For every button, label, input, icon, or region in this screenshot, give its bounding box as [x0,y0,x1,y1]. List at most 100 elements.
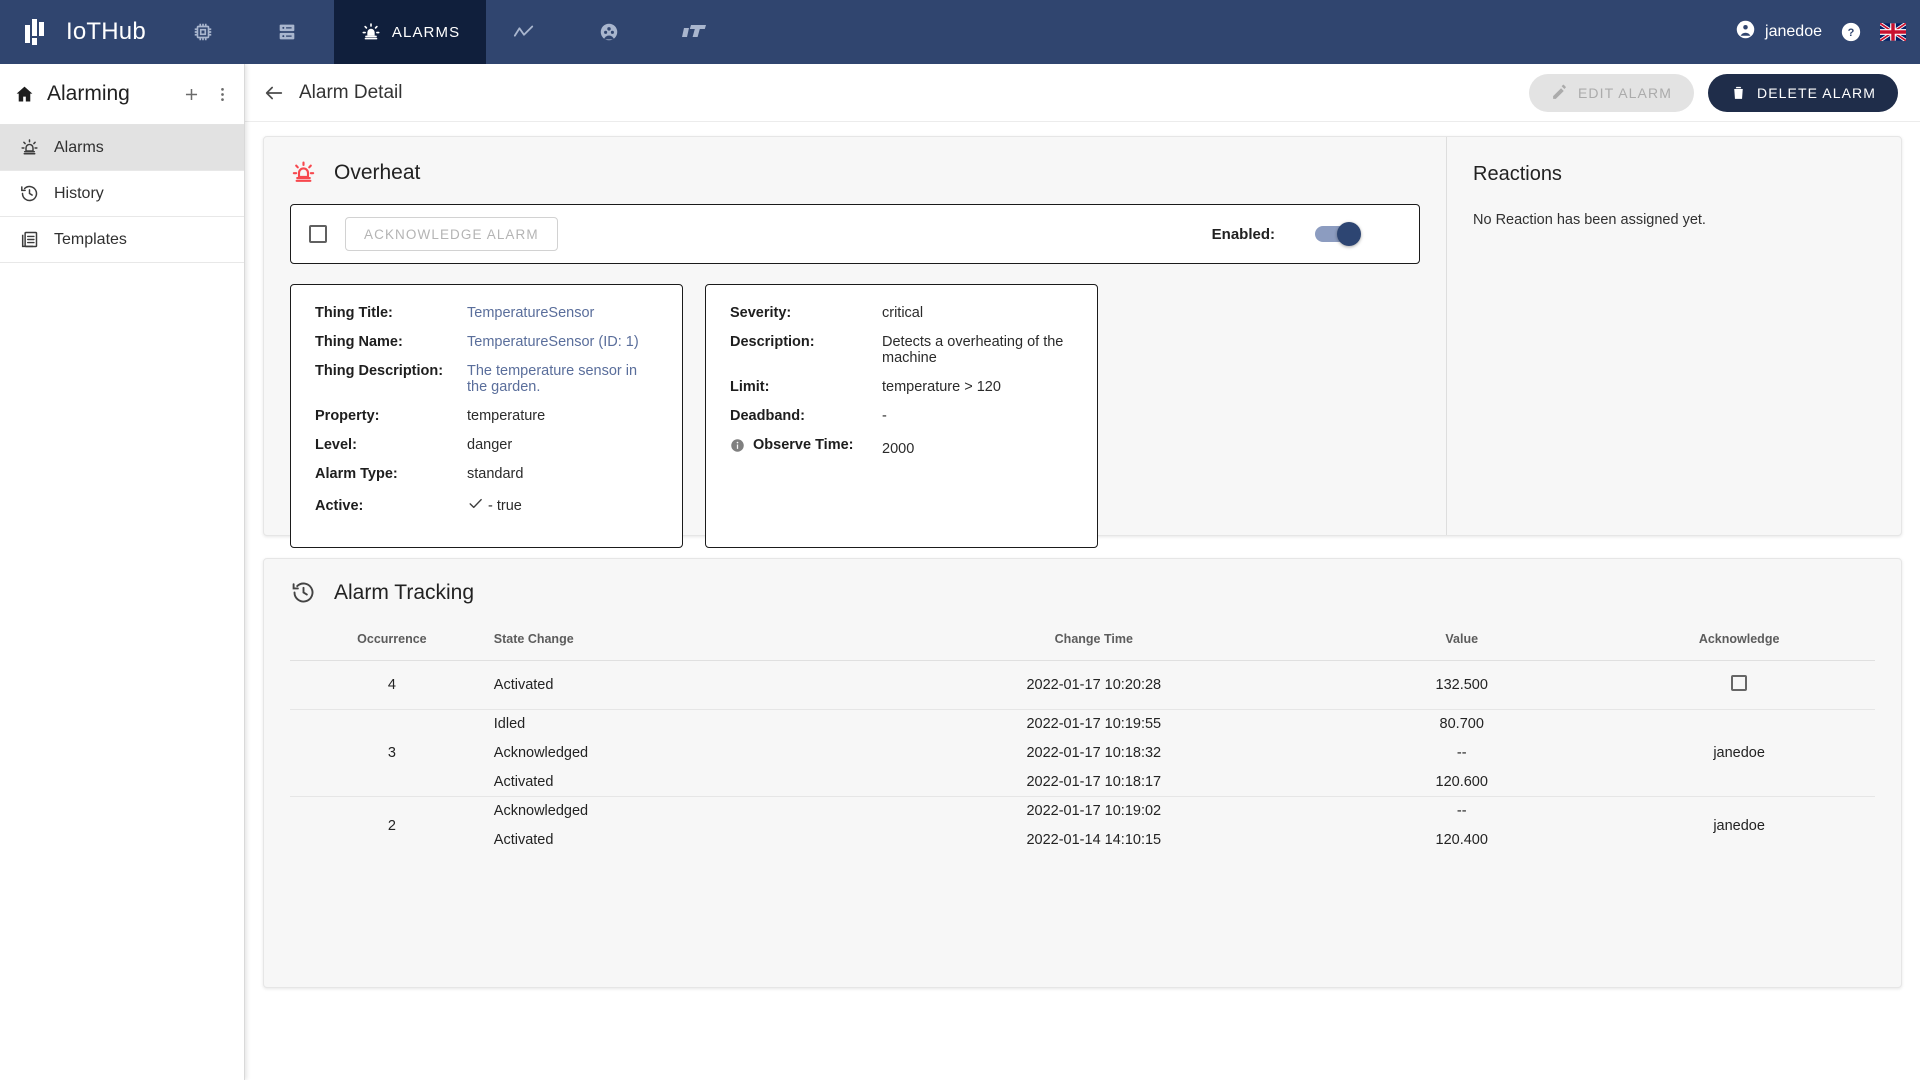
detail-key: Property: [315,408,380,424]
detail-row: Level: danger [315,437,658,453]
main-toolbar: Alarm Detail EDIT ALARM DELETE ALARM [245,64,1920,122]
column-header-change-time[interactable]: Change Time [867,632,1321,661]
home-icon[interactable] [14,84,35,105]
svg-text:?: ? [1848,27,1855,39]
detail-row: Observe Time: 2000 [730,437,1073,457]
detail-key-observe-time: Observe Time: [730,437,882,453]
detail-value: temperature [467,408,546,424]
plus-icon[interactable] [182,85,201,104]
toolbar-actions: EDIT ALARM DELETE ALARM [1528,73,1898,112]
detail-value[interactable]: TemperatureSensor (ID: 1) [467,334,639,350]
acknowledge-alarm-button[interactable]: ACKNOWLEDGE ALARM [345,217,558,251]
acknowledge-bar: ACKNOWLEDGE ALARM Enabled: [290,204,1420,264]
user-menu[interactable]: janedoe [1735,19,1822,45]
column-header-state-change[interactable]: State Change [493,632,868,661]
tracking-header: Alarm Tracking [290,579,1875,606]
detail-value: - true [488,498,522,514]
uk-flag-icon[interactable] [1880,23,1906,41]
acknowledge-checkbox[interactable] [309,225,327,243]
column-header-value[interactable]: Value [1320,632,1604,661]
alarm-tracking-table: Occurrence State Change Change Time Valu… [290,632,1875,855]
alarm-tracking-card: Alarm Tracking Occurrence State Change C… [263,558,1902,988]
enabled-control: Enabled: [1212,222,1401,246]
nav-item-devices[interactable] [166,0,250,64]
detail-row: Thing Title: TemperatureSensor [315,305,658,321]
alarm-detail-card: Overheat ACKNOWLEDGE ALARM Enabled: Thin… [263,136,1902,548]
delete-alarm-label: DELETE ALARM [1756,84,1876,101]
toggle-knob [1337,222,1361,246]
cell-value: 132.500 [1435,677,1488,693]
detail-key: Thing Name: [315,334,403,350]
nav-item-alarms[interactable]: ALARMS [333,0,487,64]
cell-value: 120.400 [1435,832,1488,848]
sidebar-title: Alarming [47,82,130,105]
cell-acknowledge: janedoe [1603,796,1875,855]
tracking-title: Alarm Tracking [334,580,475,604]
iothub-logo-icon [22,15,56,49]
pencil-icon [1551,84,1568,101]
help-circle-icon[interactable]: ? [1840,21,1862,43]
edit-alarm-button[interactable]: EDIT ALARM [1528,73,1694,112]
cell-occurrence: 2 [290,796,494,855]
enabled-toggle[interactable] [1315,222,1361,246]
detail-value: critical [882,305,924,321]
brand[interactable]: IoTHub [0,0,166,64]
alarm-detail-left: Overheat ACKNOWLEDGE ALARM Enabled: Thin… [264,137,1446,548]
cell-change-time: 2022-01-17 10:19:55 [867,709,1321,739]
table-header: Occurrence State Change Change Time Valu… [290,632,1875,661]
cell-change-time: 2022-01-17 10:18:32 [1026,745,1162,761]
detail-key: Severity: [730,305,792,321]
cell-state-change: Activated [493,677,554,693]
table-row[interactable]: 4 Activated 2022-01-17 10:20:28 132.500 [290,661,1875,710]
edit-alarm-label: EDIT ALARM [1577,84,1672,101]
nav-item-analytics[interactable] [486,0,572,64]
detail-value: temperature > 120 [882,379,1001,395]
arrow-left-icon[interactable] [263,82,285,104]
detail-cards-row: Thing Title: TemperatureSensor Thing Nam… [290,284,1420,548]
alarm-siren-icon [290,159,317,186]
check-icon [467,495,484,512]
cell-acknowledge [1603,661,1875,710]
trend-line-icon [512,21,536,43]
content-area: Overheat ACKNOWLEDGE ALARM Enabled: Thin… [245,122,1920,1080]
detail-key: Thing Title: [315,305,393,321]
table-row[interactable]: 3 Idled 2022-01-17 10:19:55 80.700 janed… [290,709,1875,797]
history-clock-icon [290,579,317,606]
reactions-empty-text: No Reaction has been assigned yet. [1473,212,1706,228]
detail-key: Active: [315,498,364,514]
cell-change-time: 2022-01-17 10:19:02 [867,796,1321,826]
reactions-panel: Reactions No Reaction has been assigned … [1446,137,1901,535]
alarm-siren-icon [18,137,40,158]
more-vertical-icon[interactable] [213,85,232,104]
cell-state-change: Activated [493,832,554,848]
column-header-occurrence[interactable]: Occurrence [290,632,494,661]
nav-item-lt[interactable] [656,0,744,64]
top-navigation-bar: IoTHub ALARMS janedoe ? [0,0,1920,64]
nav-items: ALARMS [166,0,744,64]
row-acknowledge-checkbox[interactable] [1731,675,1748,691]
column-header-acknowledge[interactable]: Acknowledge [1603,632,1875,661]
brand-name: IoTHub [66,18,146,45]
table-row[interactable]: 2 Acknowledged 2022-01-17 10:19:02 -- ja… [290,796,1875,855]
sidebar-item-alarms[interactable]: Alarms [0,125,244,171]
table-body: 4 Activated 2022-01-17 10:20:28 132.500 … [290,661,1875,855]
detail-value[interactable]: TemperatureSensor [467,305,594,321]
microchip-icon [192,21,214,43]
top-right-actions: janedoe ? [1735,0,1920,64]
detail-key: Description: [730,334,815,350]
alarm-config-card: Severity: critical Description: Detects … [705,284,1098,548]
detail-key: Thing Description: [315,363,444,379]
main-content: Alarm Detail EDIT ALARM DELETE ALARM Ove… [245,64,1920,1080]
sidebar-item-templates[interactable]: Templates [0,217,244,263]
detail-value[interactable]: The temperature sensor in the garden. [467,363,658,395]
detail-row: Alarm Type: standard [315,466,658,482]
delete-alarm-button[interactable]: DELETE ALARM [1707,73,1898,112]
reactions-title: Reactions [1473,163,1562,185]
nav-item-users[interactable] [572,0,656,64]
cell-change-time: 2022-01-17 10:18:17 [1026,773,1162,790]
sidebar-item-history[interactable]: History [0,171,244,217]
detail-value: standard [467,466,524,482]
detail-key: Level: [315,437,357,453]
info-icon[interactable] [730,438,745,453]
nav-item-storage[interactable] [250,0,334,64]
